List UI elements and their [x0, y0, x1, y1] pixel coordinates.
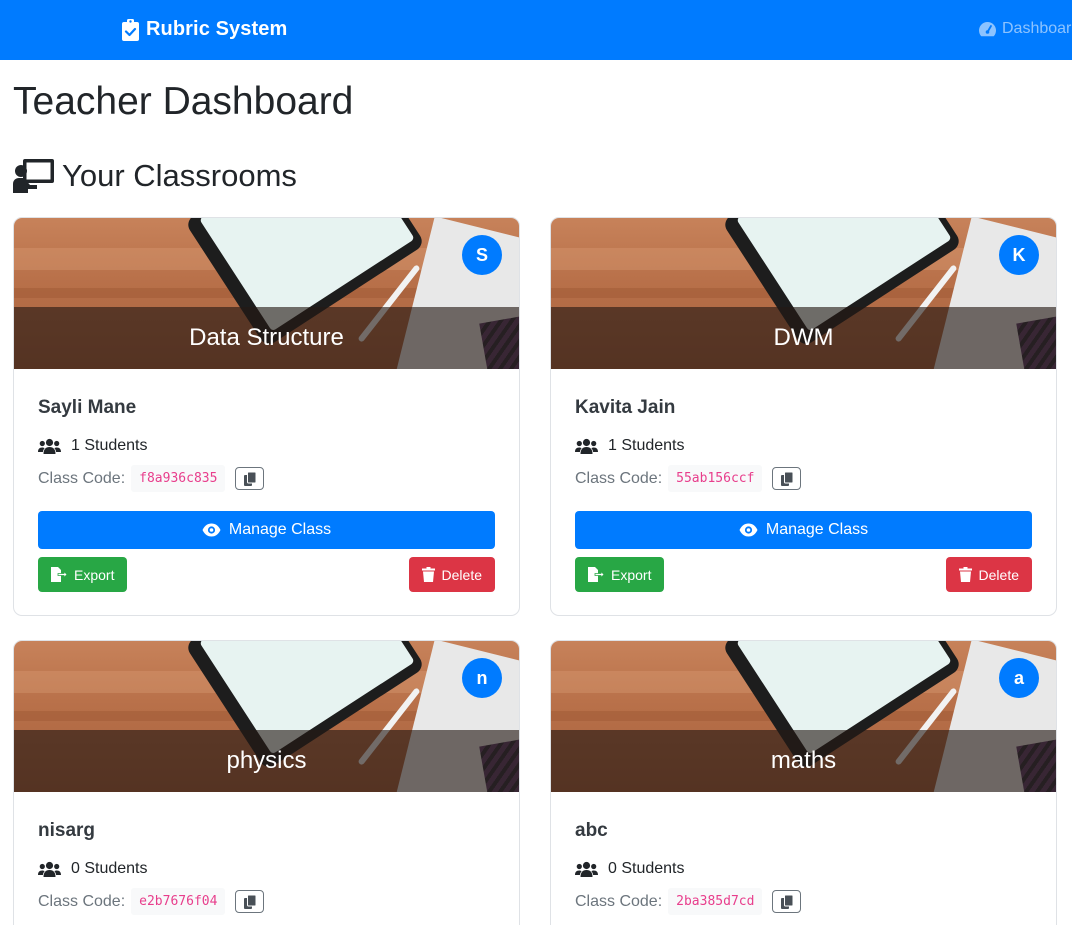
copy-icon — [243, 471, 256, 486]
class-code-label: Class Code: — [38, 469, 126, 487]
class-code: 2ba385d7cd — [668, 888, 763, 915]
class-code-label: Class Code: — [38, 892, 126, 910]
classroom-name: maths — [770, 747, 837, 774]
brand-link[interactable]: Rubric System — [122, 18, 287, 41]
classroom-card: maths a abc 0 Students Class Code: 2ba38… — [550, 640, 1057, 925]
classroom-card: Data Structure S Sayli Mane 1 Students C… — [13, 217, 520, 616]
student-count-label: 1 Students — [608, 437, 685, 454]
class-code: f8a936c835 — [131, 465, 226, 492]
class-code: 55ab156ccf — [668, 465, 763, 492]
classroom-card: physics n nisarg 0 Students Class Code: … — [13, 640, 520, 925]
classroom-card: DWM K Kavita Jain 1 Students Class Code:… — [550, 217, 1057, 616]
classroom-banner: maths a — [551, 641, 1056, 792]
student-count: 0 Students — [38, 860, 148, 878]
users-icon — [38, 438, 61, 454]
eye-icon — [202, 523, 221, 537]
copy-icon — [780, 894, 793, 909]
page-title: Teacher Dashboard — [13, 80, 354, 123]
class-code-row: Class Code: f8a936c835 — [38, 465, 265, 492]
classroom-banner: DWM K — [551, 218, 1056, 369]
classroom-name: physics — [226, 747, 307, 774]
users-icon — [38, 861, 61, 877]
export-label: Export — [74, 566, 115, 583]
users-icon — [575, 438, 598, 454]
copy-icon — [243, 894, 256, 909]
manage-class-label: Manage Class — [228, 521, 332, 538]
copy-code-button[interactable] — [235, 890, 265, 913]
delete-label: Delete — [978, 566, 1019, 583]
manage-class-button[interactable]: Manage Class — [575, 511, 1032, 549]
classroom-name: DWM — [773, 324, 834, 351]
clipboard-check-icon — [122, 18, 139, 41]
teacher-avatar: n — [462, 658, 502, 698]
class-code-label: Class Code: — [575, 892, 663, 910]
class-code-label: Class Code: — [575, 469, 663, 487]
copy-icon — [780, 471, 793, 486]
users-icon — [575, 861, 598, 877]
export-button[interactable]: Export — [575, 557, 665, 592]
export-label: Export — [611, 566, 652, 583]
nav-link-dashboard[interactable]: Dashboard — [978, 20, 1072, 38]
student-count: 1 Students — [38, 437, 148, 455]
export-button[interactable]: Export — [38, 557, 128, 592]
chalkboard-teacher-icon — [13, 159, 54, 193]
class-code: e2b7676f04 — [131, 888, 226, 915]
delete-label: Delete — [441, 566, 482, 583]
class-code-row: Class Code: 55ab156ccf — [575, 465, 802, 492]
classroom-name: Data Structure — [189, 324, 344, 351]
manage-class-label: Manage Class — [765, 521, 869, 538]
copy-code-button[interactable] — [772, 467, 802, 490]
teacher-name: Sayli Mane — [38, 397, 137, 418]
delete-button[interactable]: Delete — [408, 557, 495, 592]
section-title: Your Classrooms — [13, 156, 297, 196]
classroom-banner: Data Structure S — [14, 218, 519, 369]
student-count-label: 0 Students — [71, 860, 148, 877]
manage-class-button[interactable]: Manage Class — [38, 511, 495, 549]
student-count-label: 0 Students — [608, 860, 685, 877]
brand-label: Rubric System — [146, 18, 288, 40]
section-title-label: Your Classrooms — [62, 158, 297, 193]
classroom-banner: physics n — [14, 641, 519, 792]
student-count: 1 Students — [575, 437, 685, 455]
teacher-name: abc — [575, 820, 608, 841]
student-count: 0 Students — [575, 860, 685, 878]
delete-button[interactable]: Delete — [945, 557, 1032, 592]
nav-link-label: Dashboard — [1002, 20, 1072, 37]
copy-code-button[interactable] — [235, 467, 265, 490]
teacher-name: nisarg — [38, 820, 96, 841]
file-export-icon — [51, 567, 67, 582]
trash-icon — [958, 567, 972, 582]
teacher-avatar: a — [999, 658, 1039, 698]
file-export-icon — [588, 567, 604, 582]
class-code-row: Class Code: 2ba385d7cd — [575, 888, 802, 915]
teacher-avatar: K — [999, 235, 1039, 275]
eye-icon — [739, 523, 758, 537]
tachometer-icon — [979, 22, 996, 37]
teacher-name: Kavita Jain — [575, 397, 676, 418]
class-code-row: Class Code: e2b7676f04 — [38, 888, 265, 915]
navbar: Rubric System Dashboard — [0, 0, 1072, 60]
trash-icon — [421, 567, 435, 582]
teacher-avatar: S — [462, 235, 502, 275]
copy-code-button[interactable] — [772, 890, 802, 913]
student-count-label: 1 Students — [71, 437, 148, 454]
